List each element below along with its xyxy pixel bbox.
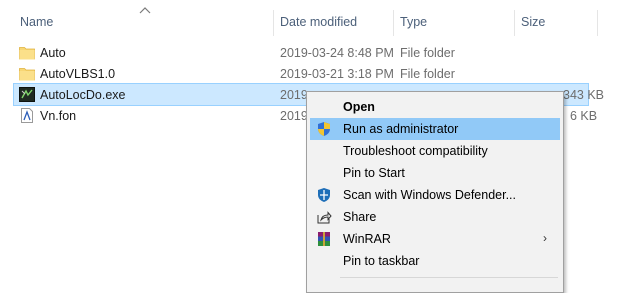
submenu-arrow-icon: › [543, 231, 547, 245]
column-divider[interactable] [273, 10, 274, 36]
file-type: File folder [400, 67, 455, 81]
file-name: AutoVLBS1.0 [40, 67, 116, 81]
file-date: 2019-03-24 8:48 PM [280, 46, 394, 60]
column-name[interactable]: Name [20, 15, 53, 29]
column-size[interactable]: Size [521, 15, 545, 29]
menu-item-label: Troubleshoot compatibility [343, 144, 488, 158]
context-menu: Open Run as administrator Troubleshoot c… [306, 91, 564, 293]
winrar-icon [318, 232, 330, 246]
file-type: File folder [400, 46, 455, 60]
menu-item-pin-to-taskbar[interactable]: Pin to taskbar [310, 250, 560, 272]
file-size: 6 KB [570, 109, 598, 123]
uac-shield-icon [318, 122, 330, 136]
column-divider[interactable] [597, 10, 598, 36]
menu-item-open[interactable]: Open [310, 96, 560, 118]
exe-icon [19, 87, 35, 102]
file-name: Auto [40, 46, 66, 60]
folder-icon [19, 68, 35, 81]
menu-item-pin-to-start[interactable]: Pin to Start [310, 162, 560, 184]
column-divider[interactable] [393, 10, 394, 36]
column-divider[interactable] [514, 10, 515, 36]
menu-item-label: Open [343, 100, 375, 114]
menu-item-label: Run as administrator [343, 122, 459, 136]
menu-item-label: Share [343, 210, 377, 224]
column-type[interactable]: Type [400, 15, 427, 29]
file-name: AutoLocDo.exe [40, 88, 126, 102]
menu-item-share[interactable]: Share [310, 206, 560, 228]
defender-icon [318, 188, 330, 202]
column-date-modified[interactable]: Date modified [280, 15, 357, 29]
folder-icon [19, 47, 35, 60]
menu-item-label: Scan with Windows Defender... [343, 188, 516, 202]
font-file-icon [21, 108, 33, 123]
column-header-bar: Name Date modified Type Size [0, 0, 628, 42]
menu-item-label: Pin to taskbar [343, 254, 420, 268]
file-size: 343 KB [563, 88, 605, 102]
menu-item-label: WinRAR [343, 232, 391, 246]
menu-separator [340, 277, 558, 278]
menu-item-scan-with-defender[interactable]: Scan with Windows Defender... [310, 184, 560, 206]
sort-ascending-icon[interactable] [139, 6, 151, 14]
file-date: 2019-03-21 3:18 PM [280, 67, 394, 81]
menu-item-winrar[interactable]: WinRAR › [310, 228, 560, 250]
file-row-auto[interactable]: Auto 2019-03-24 8:48 PM File folder [14, 42, 588, 63]
file-name: Vn.fon [40, 109, 77, 123]
file-row-autovlbs[interactable]: AutoVLBS1.0 2019-03-21 3:18 PM File fold… [14, 63, 588, 84]
menu-item-run-as-administrator[interactable]: Run as administrator [310, 118, 560, 140]
share-icon [317, 211, 332, 224]
menu-item-troubleshoot-compatibility[interactable]: Troubleshoot compatibility [310, 140, 560, 162]
menu-item-label: Pin to Start [343, 166, 405, 180]
